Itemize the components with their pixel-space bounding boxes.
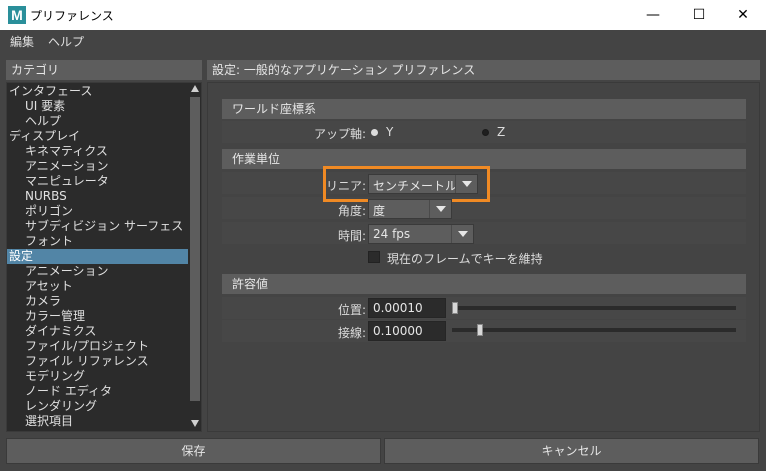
category-item[interactable]: マニピュレータ	[7, 174, 188, 189]
tangent-slider[interactable]	[452, 328, 736, 332]
category-item[interactable]: ファイル リファレンス	[7, 354, 188, 369]
window-title: プリファレンス	[30, 9, 114, 23]
category-item[interactable]: カラー管理	[7, 309, 188, 324]
maya-app-icon: M	[8, 6, 26, 24]
category-item[interactable]: ヘルプ	[7, 114, 188, 129]
position-value: 0.00010	[373, 301, 423, 315]
minimize-button[interactable]: —	[630, 0, 676, 30]
category-item[interactable]: UI 要素	[7, 99, 188, 114]
section-tolerance[interactable]: 許容値	[222, 274, 746, 294]
category-item[interactable]: アニメーション	[7, 159, 188, 174]
position-field[interactable]: 0.00010	[368, 298, 446, 318]
scroll-up-icon[interactable]	[191, 85, 199, 92]
section-world-coords[interactable]: ワールド座標系	[222, 99, 746, 119]
keep-keys-label[interactable]: 現在のフレームでキーを維持	[387, 250, 543, 267]
category-item[interactable]: NURBS	[7, 189, 188, 204]
category-item[interactable]: キネマティクス	[7, 144, 188, 159]
tangent-field[interactable]: 0.10000	[368, 321, 446, 341]
keep-keys-checkbox[interactable]	[368, 251, 380, 263]
scroll-thumb[interactable]	[190, 97, 200, 401]
highlight-annotation	[323, 166, 490, 202]
up-axis-z-radio[interactable]	[482, 129, 489, 136]
tangent-value: 0.10000	[373, 324, 423, 338]
position-slider[interactable]	[452, 306, 736, 310]
chevron-down-icon	[436, 206, 446, 212]
category-item[interactable]: ダイナミクス	[7, 324, 188, 339]
cancel-button[interactable]: キャンセル	[384, 438, 759, 464]
position-label: 位置:	[337, 303, 366, 317]
category-item[interactable]: レンダリング	[7, 399, 188, 414]
category-header: カテゴリ	[6, 60, 202, 80]
up-axis-label: アップ軸:	[313, 127, 366, 141]
settings-header: 設定: 一般的なアプリケーション プリファレンス	[207, 60, 760, 80]
category-item[interactable]: アセット	[7, 279, 188, 294]
up-axis-y-label[interactable]: Y	[386, 125, 393, 139]
title-bar: M プリファレンス — ☐ ✕	[0, 0, 766, 30]
position-slider-handle[interactable]	[451, 302, 458, 314]
category-item[interactable]: モデリング	[7, 369, 188, 384]
angle-unit-dropdown[interactable]: 度	[368, 199, 452, 219]
time-label: 時間:	[337, 229, 366, 243]
tangent-label: 接線:	[337, 326, 366, 340]
category-item[interactable]: サブディビジョン サーフェス	[7, 219, 188, 234]
category-item[interactable]: 選択項目	[7, 414, 188, 429]
angle-label: 角度:	[337, 204, 366, 218]
category-item[interactable]: ノード エディタ	[7, 384, 188, 399]
save-button[interactable]: 保存	[6, 438, 381, 464]
category-item[interactable]: ディスプレイ	[7, 129, 188, 144]
angle-unit-value: 度	[373, 204, 386, 218]
category-item[interactable]: 設定	[7, 249, 188, 264]
up-axis-z-label[interactable]: Z	[497, 125, 505, 139]
category-item[interactable]: インタフェース	[7, 84, 188, 99]
category-scrollbar[interactable]	[189, 83, 201, 431]
time-unit-value: 24 fps	[373, 227, 411, 241]
category-item[interactable]: ファイル/プロジェクト	[7, 339, 188, 354]
category-item[interactable]: アニメーション	[7, 264, 188, 279]
menu-edit[interactable]: 編集	[10, 33, 34, 50]
up-axis-y-radio[interactable]	[371, 129, 378, 136]
category-item[interactable]: ポリゴン	[7, 204, 188, 219]
category-list[interactable]: インタフェース UI 要素 ヘルプ ディスプレイ キネマティクス アニメーション マニピュレ…	[6, 82, 202, 432]
close-button[interactable]: ✕	[720, 0, 766, 30]
maximize-button[interactable]: ☐	[676, 0, 722, 30]
category-item[interactable]: カメラ	[7, 294, 188, 309]
chevron-down-icon	[458, 231, 468, 237]
menu-bar: 編集 ヘルプ	[0, 30, 766, 52]
time-unit-dropdown[interactable]: 24 fps	[368, 224, 474, 244]
scroll-down-icon[interactable]	[191, 420, 199, 427]
menu-help[interactable]: ヘルプ	[48, 33, 84, 50]
tangent-slider-handle[interactable]	[477, 324, 484, 336]
category-item[interactable]: フォント	[7, 234, 188, 249]
